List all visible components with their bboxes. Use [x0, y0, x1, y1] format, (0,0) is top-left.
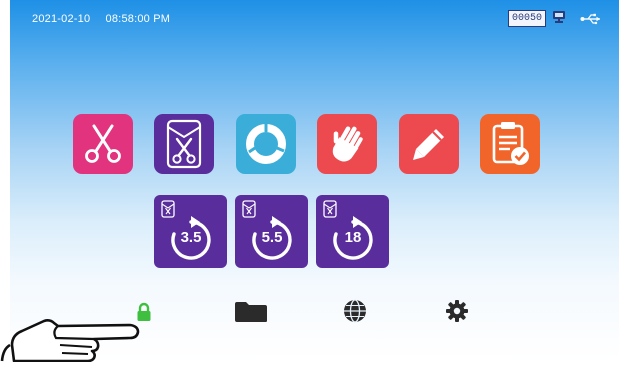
language-button[interactable]	[342, 298, 368, 329]
glove-icon	[325, 122, 369, 166]
glove-program-tile[interactable]	[317, 114, 377, 174]
folder-button[interactable]	[234, 301, 268, 328]
cycle-program-tile[interactable]	[236, 114, 296, 174]
pointing-hand-icon	[0, 305, 150, 367]
edit-program-tile[interactable]	[399, 114, 459, 174]
gear-icon	[445, 300, 469, 327]
program-time-label: 5.5	[261, 229, 283, 246]
clipboard-check-icon	[488, 120, 532, 168]
pouched-scissors-icon	[162, 119, 206, 169]
usb-icon	[580, 12, 602, 30]
program-tile-5-5[interactable]: 5.5	[235, 195, 308, 268]
status-datetime: 2021-02-10 08:58:00 PM	[32, 13, 182, 25]
pencil-icon	[409, 124, 449, 164]
status-time: 08:58:00 PM	[105, 13, 171, 25]
report-program-tile[interactable]	[480, 114, 540, 174]
status-date: 2021-02-10	[32, 13, 91, 25]
monitor-icon	[552, 10, 566, 29]
program-tile-18[interactable]: 18	[316, 195, 389, 268]
scissors-program-tile[interactable]	[73, 114, 133, 174]
cycle-counter: 00050	[508, 10, 547, 27]
pouched-scissors-program-tile[interactable]	[154, 114, 214, 174]
program-time-label: 18	[344, 229, 362, 246]
folder-icon	[234, 302, 268, 327]
ring-cycle-icon	[243, 121, 289, 167]
program-time-label: 3.5	[180, 229, 202, 246]
globe-icon	[342, 299, 368, 328]
program-tile-3-5[interactable]: 3.5	[154, 195, 227, 268]
settings-button[interactable]	[445, 299, 469, 328]
scissors-icon	[81, 122, 125, 166]
